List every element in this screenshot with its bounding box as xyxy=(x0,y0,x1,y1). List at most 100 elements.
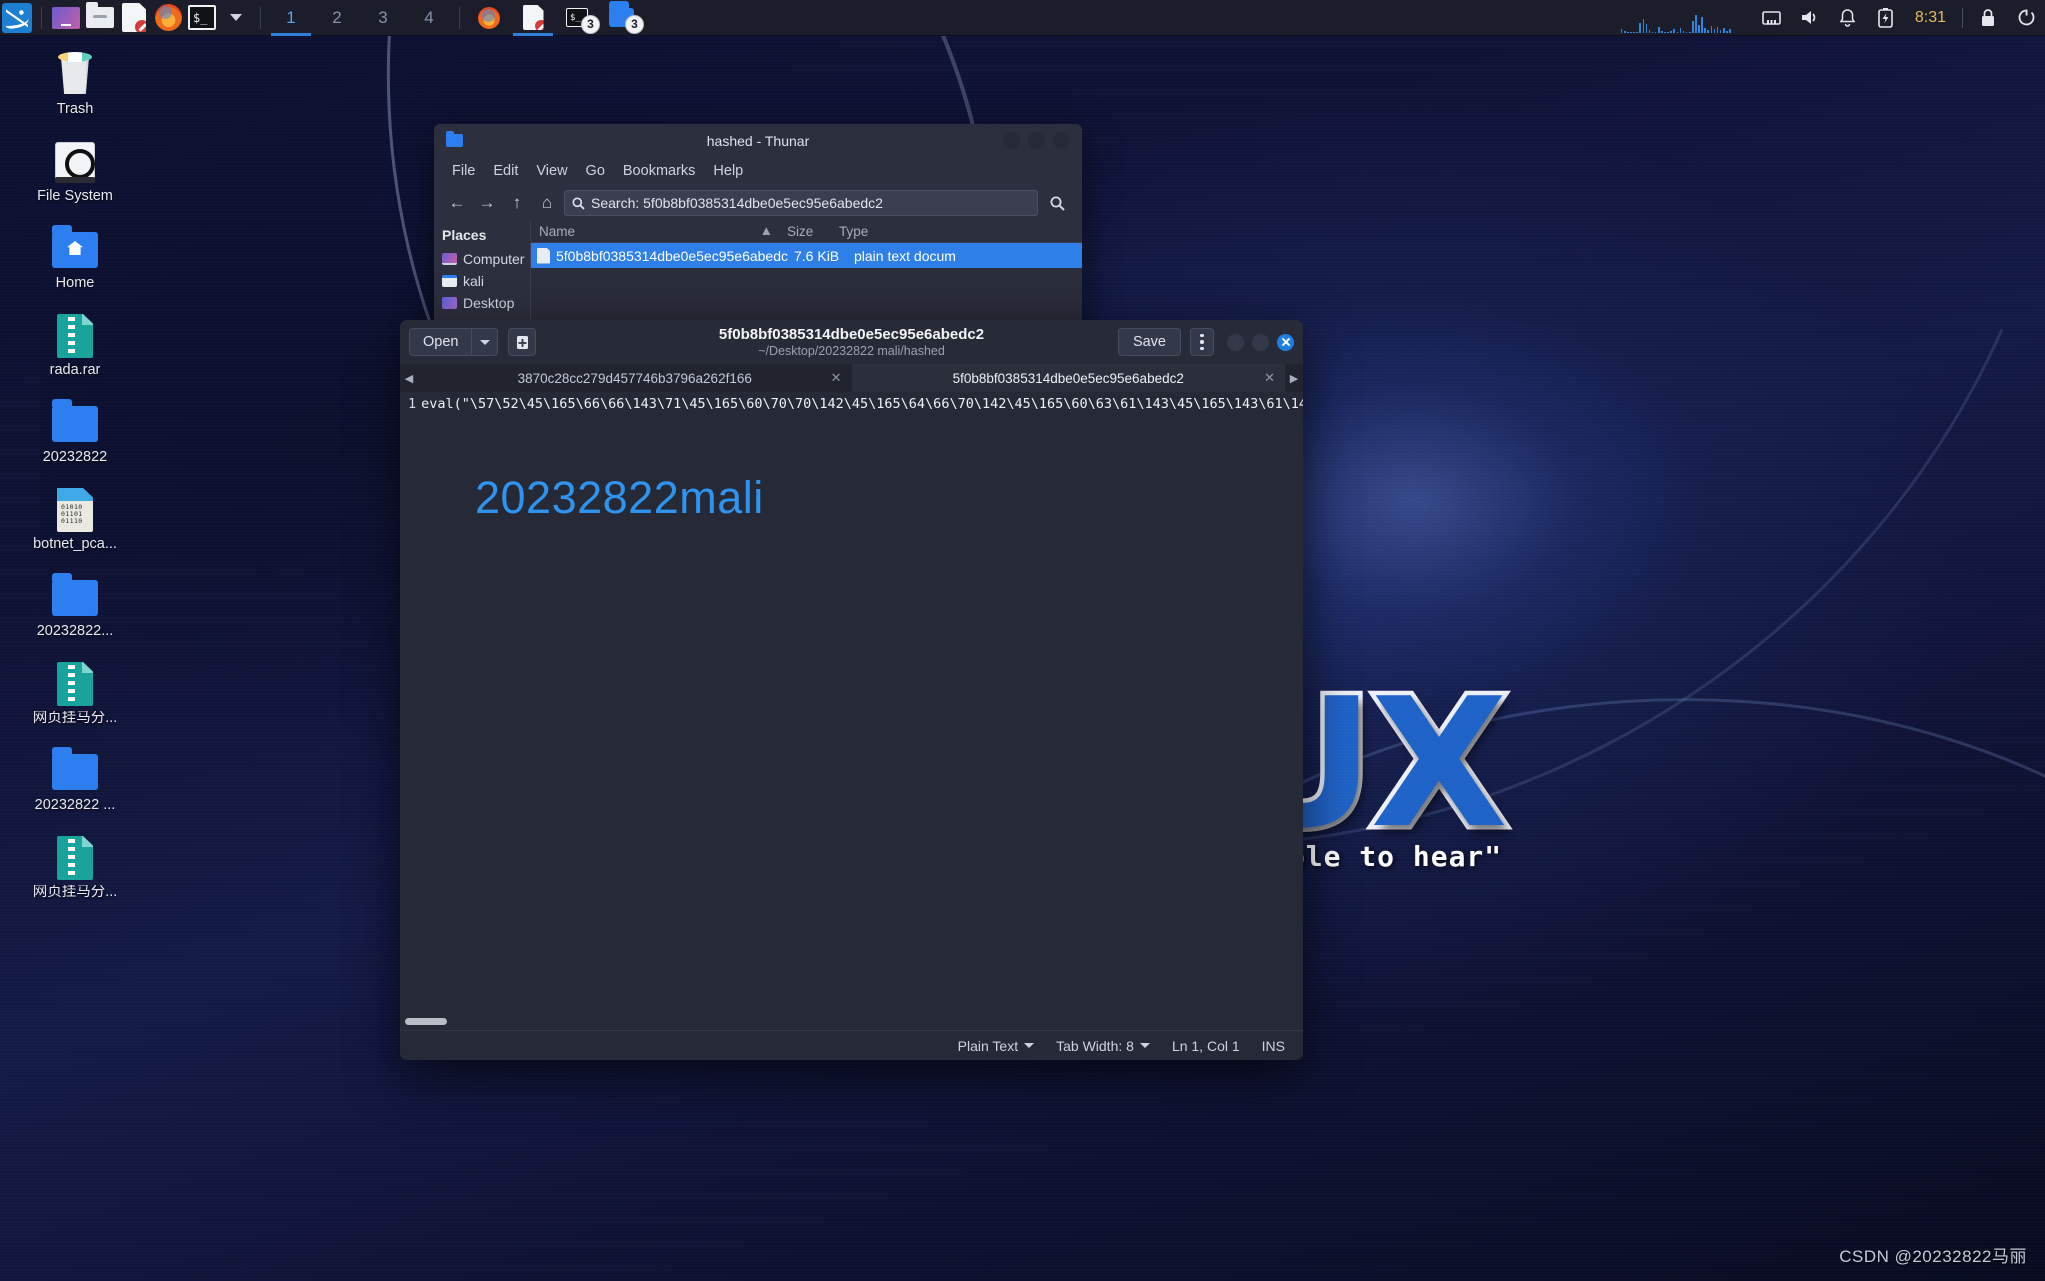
desktop-icon-archive-1[interactable]: 网页挂马分... xyxy=(0,655,150,741)
thunar-titlebar[interactable]: hashed - Thunar xyxy=(434,124,1082,157)
clock[interactable]: 8:31 xyxy=(1915,9,1946,27)
notification-bell-icon[interactable] xyxy=(1833,0,1863,36)
task-firefox[interactable] xyxy=(467,0,511,36)
folder-icon xyxy=(51,572,99,620)
menu-help[interactable]: Help xyxy=(704,163,752,179)
language-selector[interactable]: Plain Text xyxy=(957,1037,1035,1054)
task-terminal-count: 3 xyxy=(581,14,600,34)
search-input[interactable]: Search: 5f0b8bf0385314dbe0e5ec95e6abedc2 xyxy=(564,190,1038,216)
column-type[interactable]: Type xyxy=(831,224,868,239)
save-button[interactable]: Save xyxy=(1117,328,1181,356)
desktop-icon-folder-3[interactable]: 20232822 ... xyxy=(0,742,150,828)
desktop-icon-folder-2[interactable]: 20232822... xyxy=(0,568,150,654)
up-icon[interactable]: ↑ xyxy=(504,190,530,216)
thunar-body: Places Computer kali Desktop Name ▲ Size xyxy=(434,221,1082,331)
column-size[interactable]: Size xyxy=(779,224,831,239)
desktop-icon-rada-rar[interactable]: rada.rar xyxy=(0,307,150,393)
chevron-down-icon[interactable] xyxy=(220,2,252,34)
text-editor-icon[interactable] xyxy=(118,2,150,34)
line-number: 1 xyxy=(408,396,417,412)
workspace-1[interactable]: 1 xyxy=(268,0,314,36)
desktop-icon-label: File System xyxy=(37,189,113,204)
thunar-window-title: hashed - Thunar xyxy=(706,132,810,149)
network-icon[interactable] xyxy=(1757,0,1787,36)
menu-view[interactable]: View xyxy=(527,163,576,179)
firefox-icon[interactable] xyxy=(152,2,184,34)
display-settings-icon[interactable] xyxy=(50,2,82,34)
maximize-button[interactable] xyxy=(1252,333,1269,351)
csdn-watermark: CSDN @20232822马丽 xyxy=(1839,1247,2027,1266)
workspace-2[interactable]: 2 xyxy=(314,0,360,36)
forward-icon[interactable]: → xyxy=(474,190,500,216)
thunar-file-list: Name ▲ Size Type 5f0b8bf0385314dbe0e5ec9… xyxy=(530,221,1082,331)
task-terminal[interactable]: $_ 3 xyxy=(555,0,600,36)
chevron-down-icon xyxy=(1024,1043,1035,1048)
menu-button[interactable] xyxy=(1190,328,1214,356)
row-name: 5f0b8bf0385314dbe0e5ec95e6abedc2 xyxy=(556,247,788,264)
editor-text-area[interactable]: 1 eval("\57\52\45\165\66\66\143\71\45\16… xyxy=(400,392,1303,1012)
scrollbar-thumb[interactable] xyxy=(405,1017,447,1025)
tab-label: 5f0b8bf0385314dbe0e5ec95e6abedc2 xyxy=(952,370,1184,386)
minimize-button[interactable] xyxy=(1227,333,1244,351)
terminal-icon[interactable]: $_ xyxy=(186,2,218,34)
search-input-value: Search: 5f0b8bf0385314dbe0e5ec95e6abedc2 xyxy=(591,195,883,211)
task-text-editor[interactable] xyxy=(511,0,555,36)
task-file-manager[interactable]: 3 xyxy=(599,0,644,36)
open-dropdown-button[interactable] xyxy=(472,328,499,356)
workspace-4[interactable]: 4 xyxy=(406,0,452,36)
tab-scroll-right-icon[interactable]: ▶ xyxy=(1285,364,1303,392)
power-icon[interactable] xyxy=(2011,0,2041,36)
lock-icon[interactable] xyxy=(1973,0,2003,36)
editor-headerbar: Open 5f0b8bf0385314dbe0e5ec95e6abedc2 ~/… xyxy=(400,320,1303,364)
thunar-toolbar: ← → ↑ ⌂ Search: 5f0b8bf0385314dbe0e5ec95… xyxy=(434,185,1082,221)
desktop-icon-file-system[interactable]: File System xyxy=(0,133,150,219)
desktop-icon-archive-2[interactable]: 网页挂马分... xyxy=(0,829,150,915)
workspace-3[interactable]: 3 xyxy=(360,0,406,36)
kali-menu-icon[interactable] xyxy=(1,2,33,34)
battery-icon[interactable] xyxy=(1871,0,1901,36)
thunar-file-manager-window: hashed - Thunar File Edit View Go Bookma… xyxy=(434,124,1082,342)
menu-bookmarks[interactable]: Bookmarks xyxy=(614,163,705,179)
menu-go[interactable]: Go xyxy=(577,163,614,179)
home-icon[interactable]: ⌂ xyxy=(534,190,560,216)
sidebar-item-computer[interactable]: Computer xyxy=(442,248,530,270)
network-monitor-graph[interactable] xyxy=(1620,3,1731,33)
desktop-icon-folder-1[interactable]: 20232822 xyxy=(0,394,150,480)
search-button[interactable] xyxy=(1042,190,1072,216)
menu-file[interactable]: File xyxy=(443,163,484,179)
sidebar-item-label: Computer xyxy=(463,251,525,267)
sidebar-item-kali[interactable]: kali xyxy=(442,270,530,292)
archive-icon xyxy=(51,833,99,881)
horizontal-scrollbar[interactable] xyxy=(400,1012,1303,1030)
volume-icon[interactable] xyxy=(1795,0,1825,36)
tab-width-selector[interactable]: Tab Width: 8 xyxy=(1056,1038,1150,1054)
tab-3870c28cc279d457746b3796a262f166[interactable]: 3870c28cc279d457746b3796a262f166 ✕ xyxy=(418,364,852,392)
back-icon[interactable]: ← xyxy=(444,190,470,216)
desktop-icon xyxy=(442,297,457,309)
column-name[interactable]: Name ▲ xyxy=(531,223,779,239)
new-document-icon xyxy=(516,335,528,349)
thunar-places-sidebar: Places Computer kali Desktop xyxy=(434,221,530,331)
editor-header-actions: Save xyxy=(1117,328,1294,356)
sidebar-item-desktop[interactable]: Desktop xyxy=(442,292,530,314)
row-size: 7.6 KiB xyxy=(794,247,840,264)
tab-scroll-left-icon[interactable]: ◀ xyxy=(400,364,418,392)
menu-edit[interactable]: Edit xyxy=(484,163,527,179)
row-type: plain text docum xyxy=(854,247,956,264)
file-manager-icon[interactable] xyxy=(84,2,116,34)
table-row[interactable]: 5f0b8bf0385314dbe0e5ec95e6abedc2 7.6 KiB… xyxy=(531,243,1082,268)
tab-close-icon[interactable]: ✕ xyxy=(831,370,842,386)
language-label: Plain Text xyxy=(957,1037,1019,1054)
desktop-icon-trash[interactable]: Trash xyxy=(0,46,150,132)
tab-5f0b8bf0385314dbe0e5ec95e6abedc2[interactable]: 5f0b8bf0385314dbe0e5ec95e6abedc2 ✕ xyxy=(851,364,1285,392)
taskbar-divider xyxy=(260,6,261,29)
places-header: Places xyxy=(442,227,487,243)
desktop-icon-botnet-pcap[interactable]: 01010 01101 01110 botnet_pca... xyxy=(0,481,150,567)
new-document-button[interactable] xyxy=(508,328,537,356)
close-button[interactable] xyxy=(1277,333,1294,351)
task-file-manager-count: 3 xyxy=(625,14,644,34)
desktop-icon-home[interactable]: Home xyxy=(0,220,150,306)
open-button[interactable]: Open xyxy=(409,328,473,356)
tab-width-label: Tab Width: 8 xyxy=(1056,1037,1134,1054)
tab-close-icon[interactable]: ✕ xyxy=(1264,370,1275,386)
